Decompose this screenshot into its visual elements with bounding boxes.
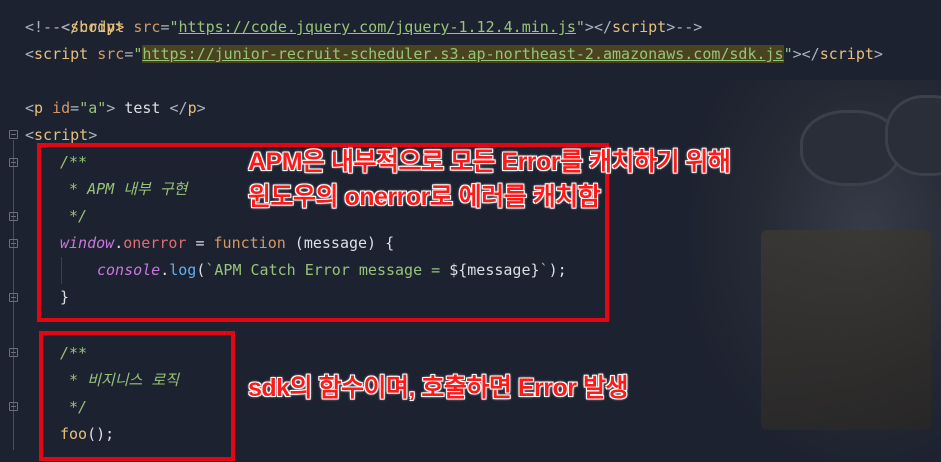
code-line-jquery: <!--<script src="https://code.jquery.com…	[25, 18, 703, 36]
annotation-apm-line2: 윈도우의 onerror로 에러를 캐치함	[248, 183, 601, 211]
code-line-sdk: <script src="https://junior-recruit-sche…	[25, 45, 883, 63]
code-line: </body>	[61, 18, 125, 36]
editor-gutter	[0, 0, 26, 462]
fold-icon[interactable]	[9, 348, 18, 357]
fold-icon[interactable]	[9, 212, 18, 221]
fold-icon[interactable]	[9, 293, 18, 302]
fold-icon[interactable]	[9, 130, 18, 139]
fold-icon[interactable]	[9, 402, 18, 411]
sdk-url-link[interactable]: https://junior-recruit-scheduler.s3.ap-n…	[142, 45, 784, 63]
code-line-p: <p id="a"> test </p>	[25, 99, 206, 117]
jquery-url-link[interactable]: https://code.jquery.com/jquery-1.12.4.mi…	[179, 18, 576, 36]
annotation-apm-line1: APM은 내부적으로 모든 Error를 캐치하기 위해	[248, 148, 731, 176]
wallpaper-robot-body	[761, 230, 931, 430]
annotation-box-sdk	[39, 331, 235, 461]
fold-icon[interactable]	[9, 239, 18, 248]
fold-icon[interactable]	[9, 158, 18, 167]
annotation-sdk-note: sdk의 함수이며, 호출하면 Error 발생	[248, 374, 628, 402]
